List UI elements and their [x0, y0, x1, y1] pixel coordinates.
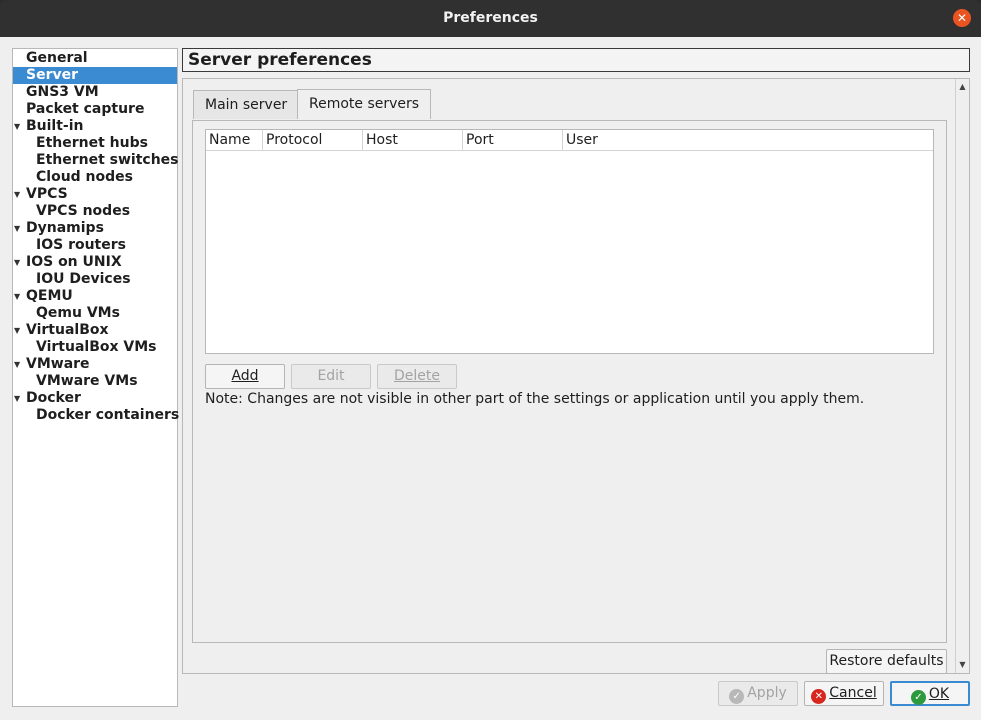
- expand-arrow-icon[interactable]: ▼: [14, 322, 20, 339]
- dialog-body: General Server GNS3 VM Packet capture ▼ Built…: [0, 37, 981, 720]
- column-header-protocol[interactable]: Protocol: [263, 130, 363, 151]
- column-header-host[interactable]: Host: [363, 130, 463, 151]
- close-icon[interactable]: ✕: [953, 9, 971, 27]
- sidebar-item-ios-routers[interactable]: IOS routers: [13, 237, 177, 254]
- ok-button-label: OK: [928, 686, 950, 702]
- add-button[interactable]: Add: [205, 364, 285, 389]
- preferences-window: Preferences ✕ General Server GNS3 VM Packet…: [0, 0, 981, 720]
- expand-arrow-icon[interactable]: ▼: [14, 220, 20, 237]
- sidebar-item-label: Qemu VMs: [36, 305, 120, 321]
- sidebar-item-docker[interactable]: ▼ Docker: [13, 390, 177, 407]
- check-circle-icon: ✓: [910, 690, 926, 705]
- table-header: Name Protocol Host Port User: [206, 130, 933, 151]
- sidebar-item-label: General: [26, 50, 88, 66]
- sidebar-item-built-in[interactable]: ▼ Built-in: [13, 118, 177, 135]
- column-header-name[interactable]: Name: [206, 130, 263, 151]
- sidebar-item-label: Server: [26, 67, 79, 83]
- remote-servers-pane: Name Protocol Host Port User Add Edit De…: [192, 120, 947, 643]
- edit-button-label: Edit: [317, 368, 345, 384]
- sidebar-item-label: GNS3 VM: [26, 84, 99, 100]
- scroll-down-icon[interactable]: ▼: [956, 659, 969, 671]
- delete-button-label: Delete: [394, 368, 440, 384]
- sidebar-item-label: IOS on UNIX: [26, 254, 122, 270]
- tab-remote-servers[interactable]: Remote servers: [297, 89, 432, 119]
- sidebar-item-qemu[interactable]: ▼ QEMU: [13, 288, 177, 305]
- restore-defaults-button[interactable]: Restore defaults: [826, 649, 947, 674]
- edit-button[interactable]: Edit: [291, 364, 371, 389]
- sidebar-item-label: VirtualBox VMs: [36, 339, 157, 355]
- sidebar-item-label: VirtualBox: [26, 322, 109, 338]
- sidebar-item-general[interactable]: General: [13, 50, 177, 67]
- sidebar-item-docker-containers[interactable]: Docker containers: [13, 407, 180, 424]
- sidebar-item-packet-capture[interactable]: Packet capture: [13, 101, 177, 118]
- page-title: Server preferences: [182, 48, 970, 72]
- sidebar-item-label: Docker containers: [36, 407, 180, 423]
- sidebar-item-vpcs-nodes[interactable]: VPCS nodes: [13, 203, 177, 220]
- sidebar-item-virtualbox-vms[interactable]: VirtualBox VMs: [13, 339, 177, 356]
- sidebar-item-vmware[interactable]: ▼ VMware: [13, 356, 177, 373]
- remote-servers-table[interactable]: Name Protocol Host Port User: [205, 129, 934, 354]
- sidebar-item-label: VPCS: [26, 186, 68, 202]
- tab-main-server[interactable]: Main server: [193, 90, 300, 119]
- delete-button[interactable]: Delete: [377, 364, 457, 389]
- check-circle-icon: ✓: [729, 689, 745, 704]
- apply-button-label: Apply: [747, 685, 787, 701]
- sidebar-item-label: IOS routers: [36, 237, 126, 253]
- cancel-icon: ✕: [811, 689, 827, 704]
- sidebar-item-label: Built-in: [26, 118, 84, 134]
- sidebar-item-label: IOU Devices: [36, 271, 131, 287]
- sidebar-item-label: Ethernet hubs: [36, 135, 148, 151]
- cancel-button[interactable]: ✕ Cancel: [804, 681, 884, 706]
- sidebar-item-label: VPCS nodes: [36, 203, 131, 219]
- preferences-tree[interactable]: General Server GNS3 VM Packet capture ▼ Built…: [12, 48, 180, 707]
- sidebar-item-vmware-vms[interactable]: VMware VMs: [13, 373, 177, 390]
- sidebar-item-dynamips[interactable]: ▼ Dynamips: [13, 220, 177, 237]
- add-button-label: Add: [231, 368, 259, 384]
- sidebar-item-label: VMware VMs: [36, 373, 138, 389]
- sidebar-item-server[interactable]: Server: [13, 67, 177, 84]
- sidebar-item-gns3-vm[interactable]: GNS3 VM: [13, 84, 177, 101]
- sidebar-item-iou-devices[interactable]: IOU Devices: [13, 271, 177, 288]
- vertical-scrollbar[interactable]: ▲ ▼: [955, 79, 969, 673]
- column-header-user[interactable]: User: [563, 130, 935, 151]
- sidebar-item-cloud-nodes[interactable]: Cloud nodes: [13, 169, 177, 186]
- sidebar-item-label: Ethernet switches: [36, 152, 179, 168]
- sidebar-item-ethernet-switches[interactable]: Ethernet switches: [13, 152, 179, 169]
- sidebar-item-label: Docker: [26, 390, 81, 406]
- expand-arrow-icon[interactable]: ▼: [14, 254, 20, 271]
- sidebar-item-ios-on-unix[interactable]: ▼ IOS on UNIX: [13, 254, 177, 271]
- sidebar-item-vpcs[interactable]: ▼ VPCS: [13, 186, 177, 203]
- sidebar-item-label: VMware: [26, 356, 90, 372]
- expand-arrow-icon[interactable]: ▼: [14, 356, 20, 373]
- sidebar-item-label: Cloud nodes: [36, 169, 133, 185]
- settings-scroll-area: Main server Remote servers Name Protocol…: [182, 78, 970, 674]
- apply-button[interactable]: ✓ Apply: [718, 681, 798, 706]
- window-title: Preferences: [443, 10, 538, 26]
- expand-arrow-icon[interactable]: ▼: [14, 186, 20, 203]
- sidebar-item-qemu-vms[interactable]: Qemu VMs: [13, 305, 177, 322]
- cancel-button-label: Cancel: [829, 685, 877, 701]
- expand-arrow-icon[interactable]: ▼: [14, 288, 20, 305]
- titlebar: Preferences ✕: [0, 0, 981, 37]
- scroll-up-icon[interactable]: ▲: [956, 81, 969, 93]
- sidebar-item-label: QEMU: [26, 288, 73, 304]
- ok-button[interactable]: ✓ OK: [890, 681, 970, 706]
- expand-arrow-icon[interactable]: ▼: [14, 390, 20, 407]
- sidebar-item-label: Packet capture: [26, 101, 145, 117]
- column-header-port[interactable]: Port: [463, 130, 563, 151]
- sidebar-item-virtualbox[interactable]: ▼ VirtualBox: [13, 322, 177, 339]
- sidebar-item-ethernet-hubs[interactable]: Ethernet hubs: [13, 135, 177, 152]
- sidebar-item-label: Dynamips: [26, 220, 104, 236]
- apply-note: Note: Changes are not visible in other p…: [205, 391, 865, 407]
- expand-arrow-icon[interactable]: ▼: [14, 118, 20, 135]
